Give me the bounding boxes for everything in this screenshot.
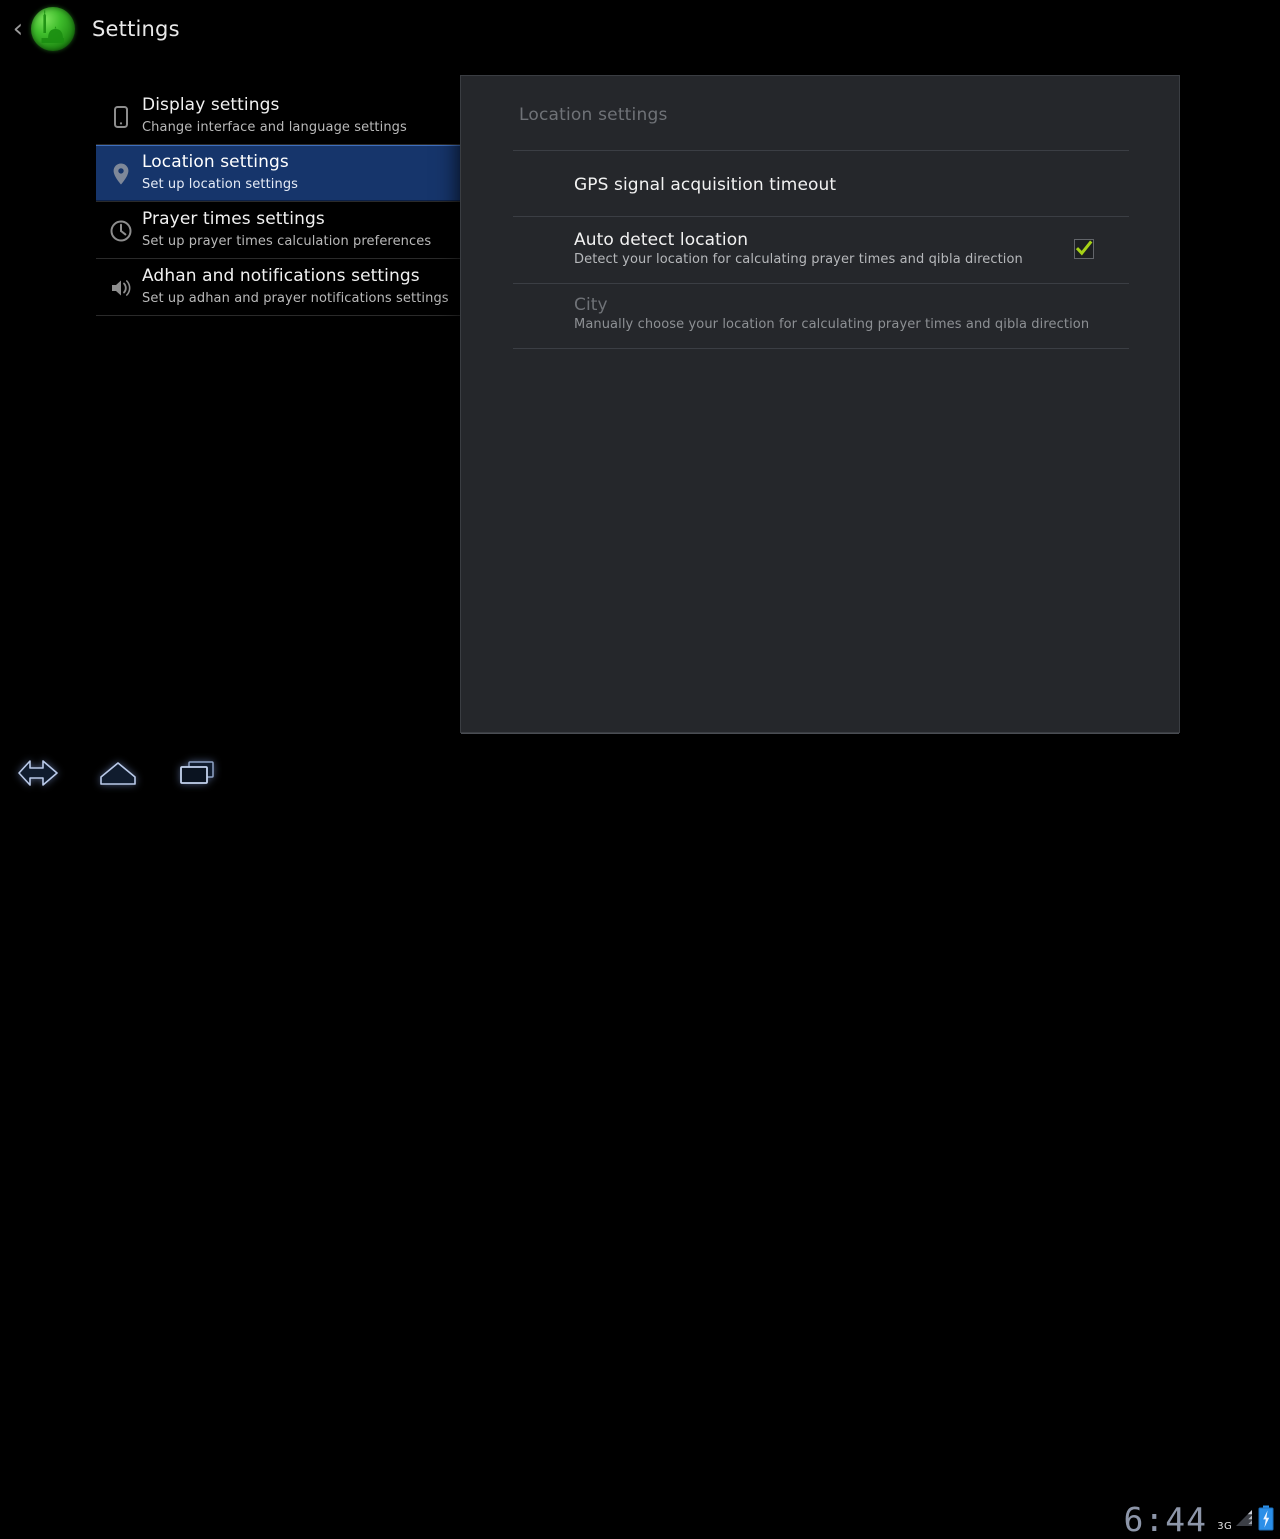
preference-title: City xyxy=(574,295,608,315)
sidebar-item-text: Prayer times settings Set up prayer time… xyxy=(142,208,456,251)
sidebar-item-display-settings[interactable]: Display settings Change interface and la… xyxy=(96,88,460,144)
sidebar-item-adhan-notifications-settings[interactable]: Adhan and notifications settings Set up … xyxy=(96,259,460,315)
preference-divider xyxy=(513,283,1129,284)
preference-divider xyxy=(513,150,1129,151)
status-clock: 6:44 xyxy=(1123,1500,1207,1539)
sidebar-item-summary: Change interface and language settings xyxy=(142,120,407,135)
sidebar-item-summary: Set up location settings xyxy=(142,177,299,192)
recents-icon[interactable] xyxy=(158,745,236,800)
sidebar-item-title: Display settings xyxy=(142,95,280,115)
sidebar-item-text: Display settings Change interface and la… xyxy=(142,94,456,137)
sidebar-item-summary: Set up adhan and prayer notifications se… xyxy=(142,291,449,306)
battery-charging-icon xyxy=(1258,1505,1274,1531)
dialog-bottom-highlight xyxy=(461,733,1179,734)
sidebar-item-title: Location settings xyxy=(142,152,289,172)
sidebar-item-summary: Set up prayer times calculation preferen… xyxy=(142,234,432,249)
location-settings-dialog: Location settings GPS signal acquisition… xyxy=(460,75,1180,734)
preference-title: Auto detect location xyxy=(574,230,749,250)
location-pin-icon xyxy=(104,157,138,191)
signal-bars-icon xyxy=(1234,1507,1254,1529)
app-bar: ‹ Settings xyxy=(0,0,1280,57)
sidebar-item-title: Prayer times settings xyxy=(142,209,325,229)
sidebar-item-text: Adhan and notifications settings Set up … xyxy=(142,265,456,308)
home-icon[interactable] xyxy=(79,745,157,800)
page-title: Settings xyxy=(92,17,180,41)
system-bar: 6:44 3G xyxy=(0,745,1280,1538)
speaker-icon xyxy=(104,271,138,305)
dialog-title: Location settings xyxy=(519,105,668,125)
preference-summary: Manually choose your location for calcul… xyxy=(574,317,1090,332)
back-chevron-icon[interactable]: ‹ xyxy=(6,14,30,44)
preference-city[interactable]: City Manually choose your location for c… xyxy=(574,294,1089,334)
preference-summary: Detect your location for calculating pra… xyxy=(574,252,1023,267)
network-type-label: 3G xyxy=(1217,1521,1232,1532)
sidebar-item-text: Location settings Set up location settin… xyxy=(142,151,456,194)
back-icon[interactable] xyxy=(0,745,78,800)
sidebar-item-title: Adhan and notifications settings xyxy=(142,266,420,286)
sidebar-item-location-settings[interactable]: Location settings Set up location settin… xyxy=(96,145,460,201)
preference-divider xyxy=(513,348,1129,349)
device-phone-icon xyxy=(104,100,138,134)
settings-sidebar: Display settings Change interface and la… xyxy=(96,88,460,316)
sidebar-item-prayer-times-settings[interactable]: Prayer times settings Set up prayer time… xyxy=(96,202,460,258)
auto-detect-location-checkbox[interactable] xyxy=(1074,239,1094,259)
preference-title: GPS signal acquisition timeout xyxy=(574,175,837,195)
preference-gps-signal-acquisition-timeout[interactable]: GPS signal acquisition timeout xyxy=(574,174,836,196)
sidebar-divider xyxy=(96,315,460,316)
clock-icon xyxy=(104,214,138,248)
mosque-app-icon[interactable] xyxy=(31,7,75,51)
preference-divider xyxy=(513,216,1129,217)
preference-auto-detect-location[interactable]: Auto detect location Detect your locatio… xyxy=(574,229,1023,269)
